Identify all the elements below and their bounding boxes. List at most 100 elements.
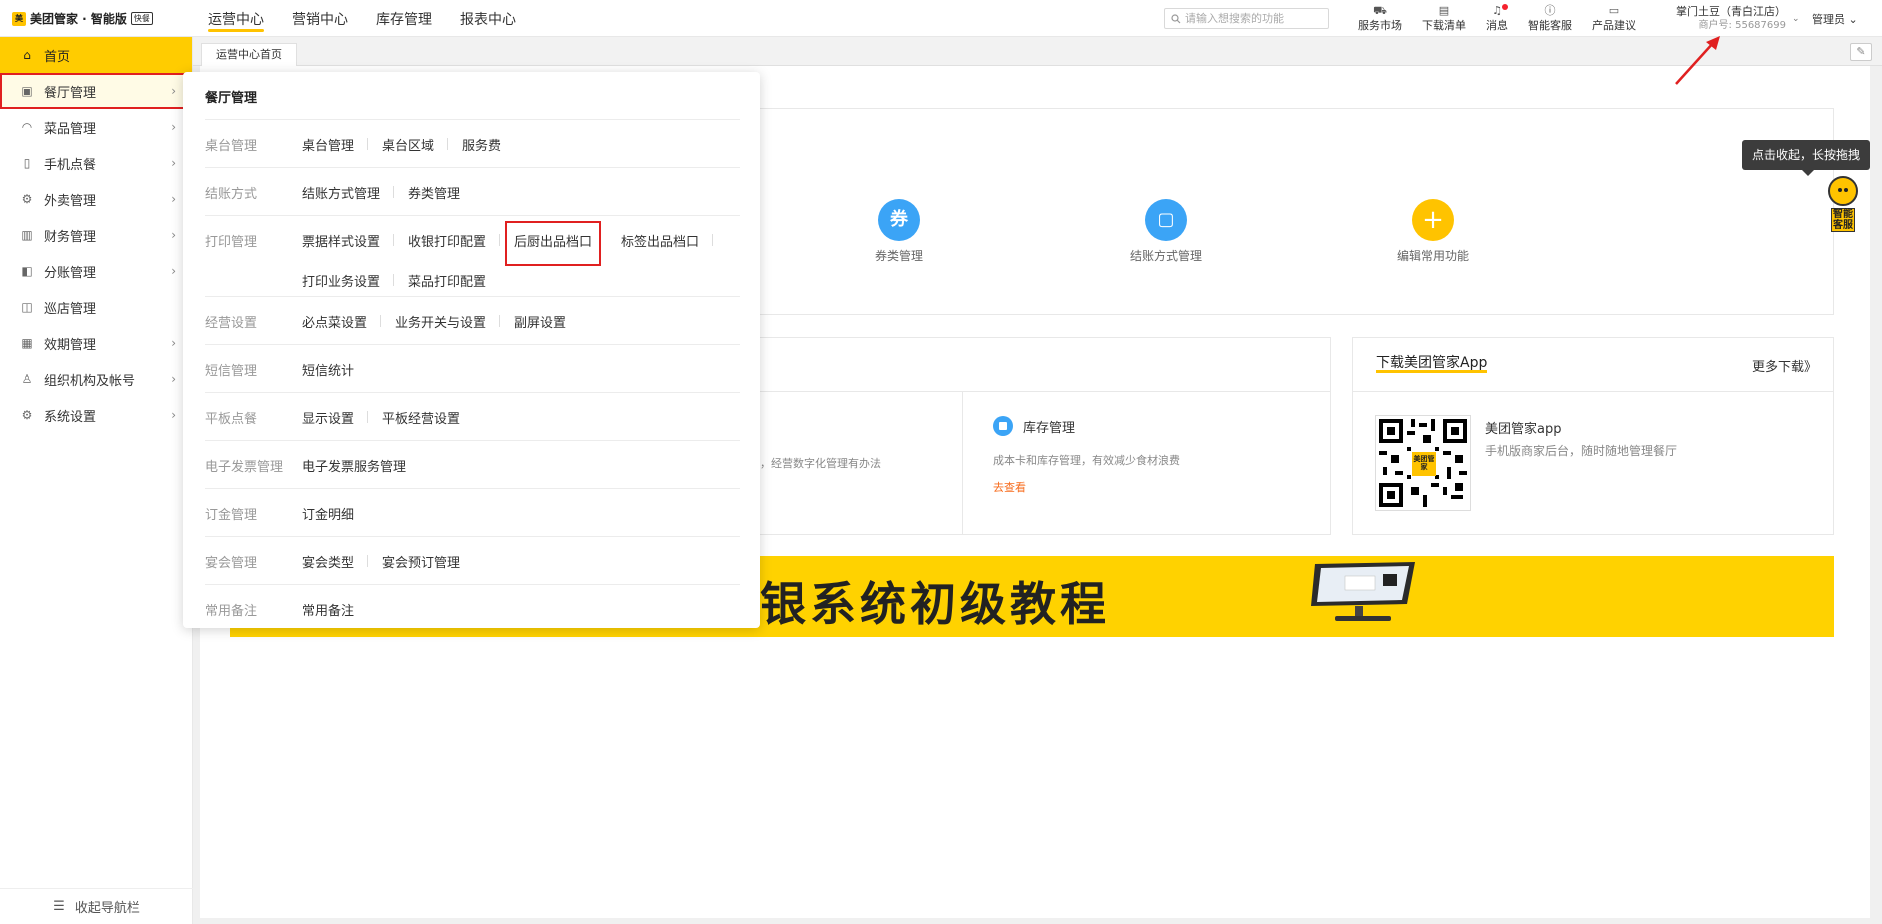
sidebar-item-mobile-order[interactable]: ▯ 手机点餐 ›	[0, 145, 192, 181]
menu-group-banquet: 宴会管理 宴会类型 宴会预订管理	[205, 536, 740, 584]
clipboard-icon: ▤	[1438, 4, 1450, 17]
sidebar-item-patrol[interactable]: ◫ 巡店管理	[0, 289, 192, 325]
search-input[interactable]	[1185, 12, 1325, 25]
admin-menu[interactable]: 管理员 ⌄	[1812, 11, 1858, 27]
quick-edit-functions[interactable]: + 编辑常用功能	[1353, 199, 1513, 264]
sidebar-item-label: 系统设置	[44, 409, 97, 425]
inventory-view-link[interactable]: 去查看	[993, 479, 1180, 495]
wallet-icon: ▥	[21, 228, 33, 242]
settings-icon: ⚙	[21, 408, 33, 422]
menu-link[interactable]: 订金明细	[302, 503, 354, 536]
menu-link[interactable]: 标签出品档口	[621, 230, 714, 257]
download-card-header: 下载美团管家App 更多下载》	[1353, 338, 1833, 392]
menu-group-label: 打印管理	[205, 235, 258, 250]
quick-payment-methods[interactable]: ▢ 结账方式管理	[1086, 199, 1246, 264]
menu-group-invoice: 电子发票管理 电子发票服务管理	[205, 440, 740, 488]
tool-messages[interactable]: ♫ 消息	[1476, 4, 1518, 33]
collapse-label: 收起导航栏	[74, 901, 140, 916]
sidebar-item-delivery[interactable]: ⚙ 外卖管理 ›	[0, 181, 192, 217]
admin-label: 管理员	[1812, 13, 1845, 26]
app-qr-code: 美团管家	[1375, 415, 1471, 511]
menu-link[interactable]: 打印业务设置	[302, 270, 395, 297]
menu-link[interactable]: 菜品打印配置	[408, 270, 486, 297]
menu-link[interactable]: 常用备注	[302, 599, 354, 632]
store-icon: ▣	[21, 84, 33, 98]
menu-link[interactable]: 平板经营设置	[382, 407, 460, 440]
menu-link[interactable]: 业务开关与设置	[395, 311, 501, 344]
topnav-marketing[interactable]: 营销中心	[292, 9, 348, 29]
tool-download-list[interactable]: ▤ 下载清单	[1412, 5, 1476, 33]
function-search[interactable]	[1164, 8, 1329, 29]
mascot-icon	[1828, 176, 1858, 206]
sidebar-item-restaurant[interactable]: ▣ 餐厅管理 ›	[0, 73, 192, 109]
chevron-down-icon: ⌄	[1845, 13, 1858, 26]
tool-label: 智能客服	[1528, 19, 1572, 32]
merchant-id: 商户号: 55687699	[1698, 20, 1786, 31]
menu-link[interactable]: 副屏设置	[514, 311, 566, 344]
menu-group-label: 桌台管理	[205, 139, 258, 154]
menu-link[interactable]: 桌台管理	[302, 134, 369, 167]
inventory-desc: 成本卡和库存管理，有效减少食材浪费	[993, 454, 1180, 467]
tool-label: 产品建议	[1592, 19, 1636, 32]
topnav-operations[interactable]: 运营中心	[208, 9, 264, 32]
menu-group-label: 常用备注	[205, 604, 258, 619]
helper-label: 智能客服	[1831, 208, 1855, 232]
menu-link[interactable]: 必点菜设置	[302, 311, 382, 344]
menu-link[interactable]: 收银打印配置	[408, 230, 501, 257]
menu-link[interactable]: 结账方式管理	[302, 182, 395, 215]
tool-label: 服务市场	[1358, 19, 1402, 32]
tool-service-market[interactable]: ⛟ 服务市场	[1348, 5, 1412, 33]
sidebar-item-label: 餐厅管理	[44, 85, 97, 101]
patrol-icon: ◫	[21, 300, 33, 314]
sidebar-item-org[interactable]: ♙ 组织机构及帐号 ›	[0, 361, 192, 397]
tab-settings-icon[interactable]: ✎	[1850, 43, 1872, 61]
menu-group-label: 电子发票管理	[205, 460, 284, 475]
inventory-title: 库存管理	[1023, 420, 1076, 436]
more-downloads-link[interactable]: 更多下载》	[1752, 356, 1817, 375]
app-logo[interactable]: 美 美团管家 · 智能版 快餐	[12, 10, 153, 27]
tab-operations-home[interactable]: 运营中心首页	[201, 43, 297, 66]
sidebar-item-label: 外卖管理	[44, 193, 97, 209]
menu-link[interactable]: 票据样式设置	[302, 230, 395, 257]
topnav-reports[interactable]: 报表中心	[460, 9, 516, 29]
phone-icon: ▯	[23, 156, 31, 170]
menu-link[interactable]: 显示设置	[302, 407, 369, 440]
sidebar-item-home[interactable]: ⌂ 首页	[0, 37, 192, 73]
bell-icon: ♫	[1492, 4, 1502, 17]
quick-coupon-management[interactable]: 券 券类管理	[819, 199, 979, 264]
collapse-nav-button[interactable]: ☰ 收起导航栏	[0, 888, 193, 924]
menu-link[interactable]: 短信统计	[302, 359, 354, 392]
tool-smart-support[interactable]: ⓘ 智能客服	[1518, 5, 1582, 33]
sidebar-item-dishes[interactable]: ◠ 菜品管理 ›	[0, 109, 192, 145]
split-icon: ◧	[21, 264, 33, 278]
tool-label: 下载清单	[1422, 19, 1466, 32]
menu-link[interactable]: 宴会预订管理	[382, 551, 460, 584]
top-nav: 运营中心 营销中心 库存管理 报表中心	[208, 9, 516, 32]
feedback-icon: ▭	[1608, 4, 1620, 17]
sidebar-item-settings[interactable]: ⚙ 系统设置 ›	[0, 397, 192, 433]
menu-link[interactable]: 电子发票服务管理	[302, 455, 406, 488]
pos-terminal-illustration	[1311, 562, 1415, 621]
chevron-right-icon: ›	[171, 192, 176, 206]
edition-badge: 快餐	[130, 12, 153, 25]
menu-link[interactable]: 券类管理	[408, 182, 460, 215]
chevron-right-icon: ›	[171, 228, 176, 242]
app-name: 美团管家app	[1485, 422, 1562, 437]
sidebar-item-finance[interactable]: ▥ 财务管理 ›	[0, 217, 192, 253]
qr-logo: 美团管家	[1412, 452, 1436, 476]
menu-link[interactable]: 宴会类型	[302, 551, 369, 584]
menu-link[interactable]: 服务费	[462, 134, 501, 167]
store-switcher[interactable]: 掌门土豆（青白江店） 商户号: 55687699 ⌄	[1676, 5, 1800, 33]
unread-dot	[1502, 4, 1508, 10]
sidebar-item-split[interactable]: ◧ 分账管理 ›	[0, 253, 192, 289]
sidebar-item-expiry[interactable]: ▦ 效期管理 ›	[0, 325, 192, 361]
menu-link[interactable]: 桌台区域	[382, 134, 449, 167]
menu-group-table: 桌台管理 桌台管理 桌台区域 服务费	[205, 119, 740, 167]
topnav-inventory[interactable]: 库存管理	[376, 9, 432, 29]
menu-group-payment: 结账方式 结账方式管理 券类管理	[205, 167, 740, 215]
cart-icon: ⛟	[1373, 4, 1387, 17]
smart-support-helper[interactable]: 智能客服	[1827, 176, 1859, 242]
sidebar-item-label: 菜品管理	[44, 121, 97, 137]
menu-link-kitchen-station[interactable]: 后厨出品档口	[505, 221, 602, 266]
tool-feedback[interactable]: ▭ 产品建议	[1582, 5, 1646, 33]
